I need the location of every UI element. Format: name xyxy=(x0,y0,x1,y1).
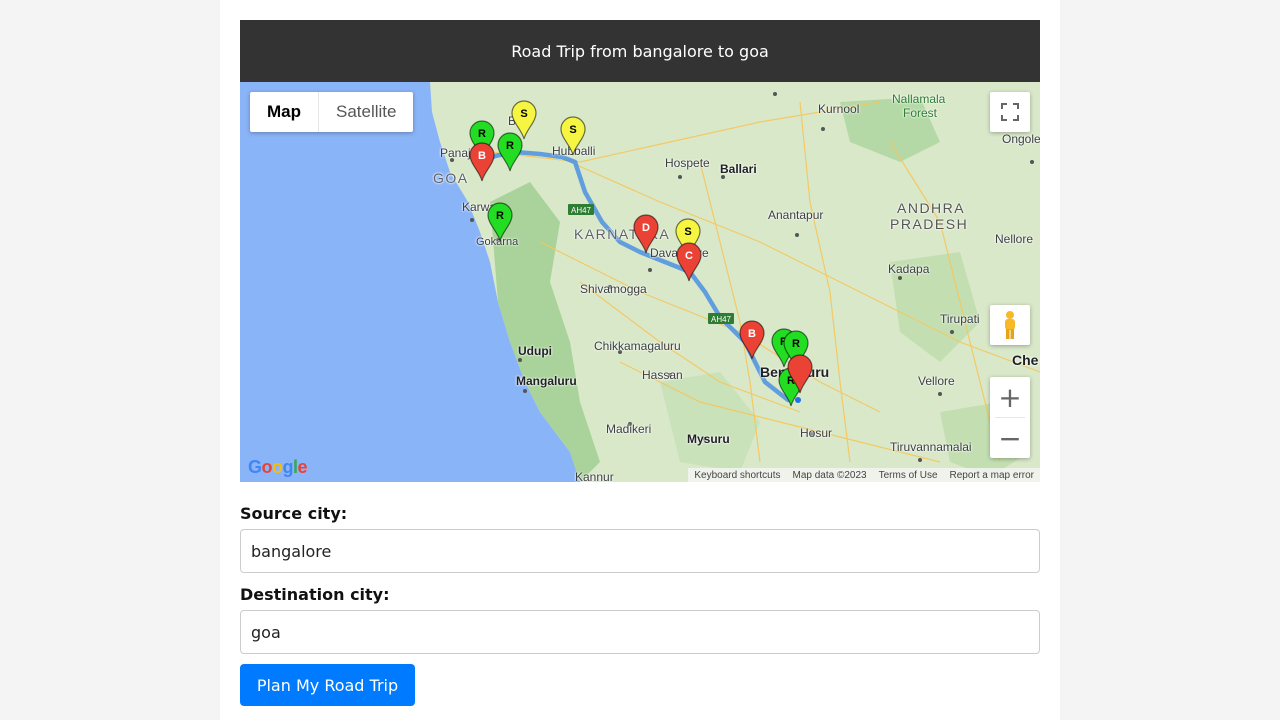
zoom-control: + − xyxy=(990,377,1030,458)
label-ballari: Ballari xyxy=(720,162,757,176)
highway-label-1: AH47 xyxy=(571,206,592,215)
poi-marker-5-letter: R xyxy=(478,128,486,140)
terms-link[interactable]: Terms of Use xyxy=(873,470,944,481)
plan-road-trip-button[interactable]: Plan My Road Trip xyxy=(240,664,415,706)
label-hosur: Hosur xyxy=(800,426,833,440)
label-kannur: Kannur xyxy=(575,470,614,482)
label-madikeri: Madikeri xyxy=(606,422,652,436)
source-label: Source city: xyxy=(240,504,348,523)
map-attribution: Keyboard shortcuts Map data ©2023 Terms … xyxy=(688,468,1040,482)
poi-marker-3-letter: S xyxy=(684,226,691,238)
highway-label-2: AH47 xyxy=(711,315,732,324)
label-anantapur: Anantapur xyxy=(768,208,824,222)
poi-marker-6-letter: R xyxy=(506,140,514,152)
poi-marker-cluster-2-letter: R xyxy=(792,338,800,350)
map-type-control: Map Satellite xyxy=(250,92,414,132)
label-tirupati: Tirupati xyxy=(940,312,980,326)
label-chikkamagaluru: Chikkamagaluru xyxy=(594,339,681,353)
route-marker-b[interactable]: B xyxy=(739,320,765,364)
label-hassan: Hassan xyxy=(642,368,683,382)
label-udupi: Udupi xyxy=(518,344,552,358)
label-andhra: ANDHRA xyxy=(897,200,966,216)
route-marker-c[interactable]: C xyxy=(676,242,702,286)
highway-shield: AH47 xyxy=(708,313,734,324)
label-tiruvannamalai: Tiruvannamalai xyxy=(890,440,972,454)
label-kurnool: Kurnool xyxy=(818,102,860,116)
zoom-in-button[interactable]: + xyxy=(990,377,1030,417)
label-forest: Forest xyxy=(903,106,938,120)
label-chennai: Che xyxy=(1012,352,1039,368)
poi-marker-7[interactable]: R xyxy=(487,202,513,246)
label-ongole: Ongole xyxy=(1002,132,1040,146)
route-marker-b-letter: B xyxy=(748,328,756,340)
map-view[interactable]: AH47 AH47 GOA KARNATAKA ANDHRA PRADESH N… xyxy=(240,82,1040,482)
main-card: Road Trip from bangalore to goa AH47 AH4… xyxy=(220,0,1060,720)
highway-shield: AH47 xyxy=(568,204,594,215)
poi-marker-2[interactable]: S xyxy=(560,116,586,160)
map-type-satellite-button[interactable]: Satellite xyxy=(318,92,413,132)
label-nallamala: Nallamala xyxy=(892,92,946,106)
report-error-link[interactable]: Report a map error xyxy=(944,470,1040,481)
route-marker-d-letter: D xyxy=(642,222,650,234)
map-type-map-button[interactable]: Map xyxy=(250,92,318,132)
label-nellore: Nellore xyxy=(995,232,1034,246)
label-mangaluru: Mangaluru xyxy=(516,374,577,388)
street-view-pegman-button[interactable] xyxy=(990,305,1030,345)
label-shivamogga: Shivamogga xyxy=(580,282,647,296)
zoom-out-button[interactable]: − xyxy=(990,418,1030,458)
source-city-input[interactable] xyxy=(240,529,1040,573)
destination-city-input[interactable] xyxy=(240,610,1040,654)
destination-label: Destination city: xyxy=(240,585,390,604)
label-kadapa: Kadapa xyxy=(888,262,930,276)
google-logo[interactable]: Google xyxy=(248,457,308,478)
poi-marker-2-letter: S xyxy=(569,124,576,136)
route-marker-c-letter: C xyxy=(685,250,693,262)
route-marker-goa[interactable]: B xyxy=(469,142,495,186)
fullscreen-icon xyxy=(1001,103,1019,121)
map-data-text: Map data ©2023 xyxy=(792,469,867,481)
poi-marker-6[interactable]: R xyxy=(497,132,523,176)
pegman-icon xyxy=(1005,311,1015,339)
poi-marker-7-letter: R xyxy=(496,210,504,222)
poi-marker-1-letter: S xyxy=(520,108,527,120)
route-marker-d[interactable]: D xyxy=(633,214,659,258)
page-title: Road Trip from bangalore to goa xyxy=(240,20,1040,82)
label-hospete: Hospete xyxy=(665,156,710,170)
label-pradesh: PRADESH xyxy=(890,216,969,232)
label-goa: GOA xyxy=(433,170,469,186)
fullscreen-button[interactable] xyxy=(990,92,1030,132)
route-marker-bengaluru[interactable] xyxy=(787,354,813,398)
route-marker-goa-letter: B xyxy=(478,150,486,162)
label-mysuru: Mysuru xyxy=(687,432,730,446)
keyboard-shortcuts-link[interactable]: Keyboard shortcuts xyxy=(688,470,786,481)
label-vellore: Vellore xyxy=(918,374,955,388)
